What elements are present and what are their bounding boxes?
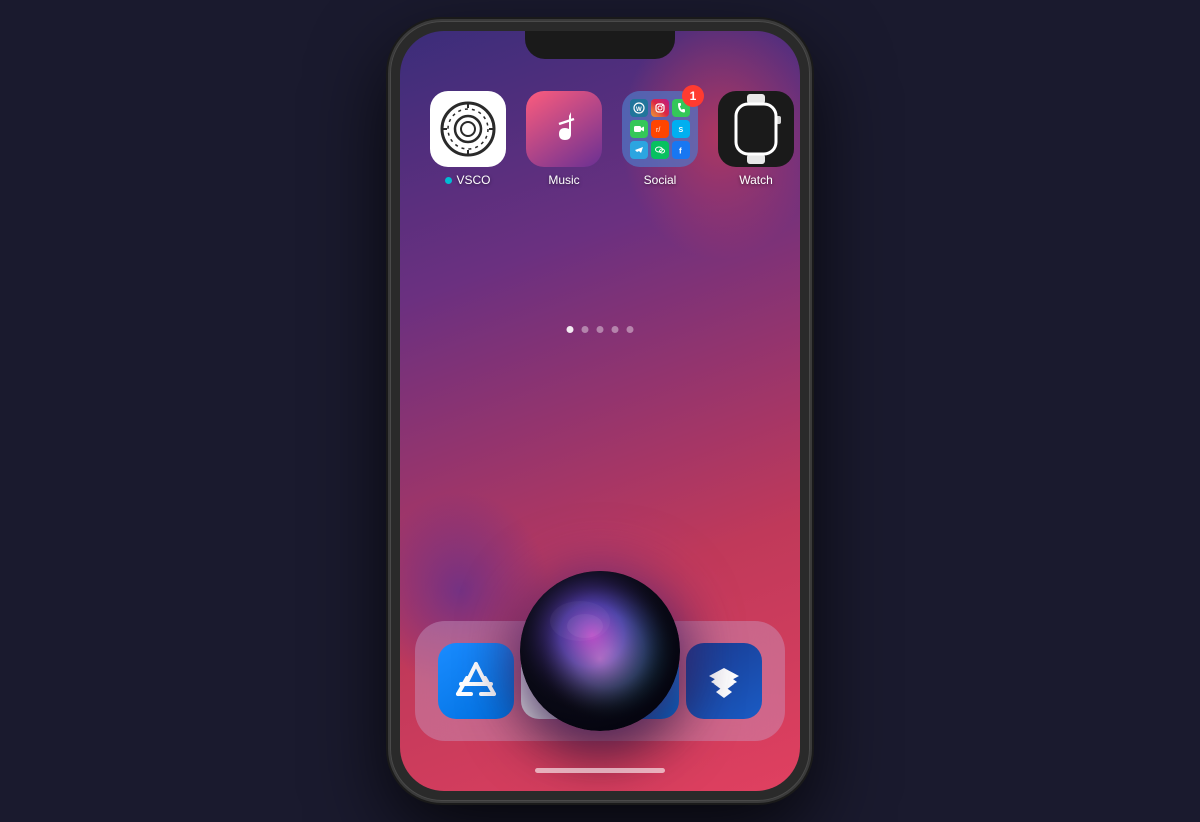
facebook-mini: f: [672, 141, 690, 159]
page-dot-2: [582, 326, 589, 333]
dock-appstore[interactable]: [438, 643, 514, 719]
phone-frame: VSCO Music: [390, 21, 810, 801]
siri-glow-svg: [520, 571, 680, 731]
svg-text:f: f: [679, 147, 682, 156]
app-grid: VSCO Music: [420, 81, 780, 197]
app-watch[interactable]: Watch: [718, 91, 794, 187]
reddit-mini: r/: [651, 120, 669, 138]
siri-inner: [520, 571, 680, 731]
app-social[interactable]: 1 W r/: [622, 91, 698, 187]
facetime-mini: [630, 120, 648, 138]
social-folder-icon: 1 W r/: [622, 91, 698, 167]
page-dot-3: [597, 326, 604, 333]
home-indicator[interactable]: [535, 768, 665, 773]
notch: [525, 31, 675, 59]
watch-icon: [718, 91, 794, 167]
vsco-text: VSCO: [456, 173, 490, 187]
svg-text:S: S: [679, 127, 684, 134]
vsco-dot: [445, 177, 452, 184]
page-dot-1: [567, 326, 574, 333]
watch-text: Watch: [739, 173, 773, 187]
siri-orb[interactable]: [520, 571, 680, 731]
social-badge: 1: [682, 85, 704, 107]
telegram-mini: [630, 141, 648, 159]
dropbox-icon: [686, 643, 762, 719]
page-dots: [567, 326, 634, 333]
social-label: Social: [644, 173, 677, 187]
svg-text:r/: r/: [656, 127, 660, 134]
phone-screen: VSCO Music: [400, 31, 800, 791]
vsco-logo-svg: [438, 99, 498, 159]
music-logo-svg: [539, 104, 589, 154]
page-dot-5: [627, 326, 634, 333]
app-vsco[interactable]: VSCO: [430, 91, 506, 187]
vsco-icon: [430, 91, 506, 167]
wechat-mini: [651, 141, 669, 159]
wordpress-mini: W: [630, 99, 648, 117]
instagram-mini: [651, 99, 669, 117]
appstore-logo-svg: [451, 656, 501, 706]
dropbox-logo-svg: [699, 656, 749, 706]
vsco-label: VSCO: [445, 173, 490, 187]
dock-dropbox[interactable]: [686, 643, 762, 719]
svg-text:W: W: [636, 107, 642, 113]
music-icon: [526, 91, 602, 167]
appstore-icon: [438, 643, 514, 719]
watch-label: Watch: [739, 173, 773, 187]
music-label: Music: [548, 173, 579, 187]
app-music[interactable]: Music: [526, 91, 602, 187]
music-text: Music: [548, 173, 579, 187]
watch-logo-svg: [726, 94, 786, 164]
social-text: Social: [644, 173, 677, 187]
page-dot-4: [612, 326, 619, 333]
skype-mini: S: [672, 120, 690, 138]
